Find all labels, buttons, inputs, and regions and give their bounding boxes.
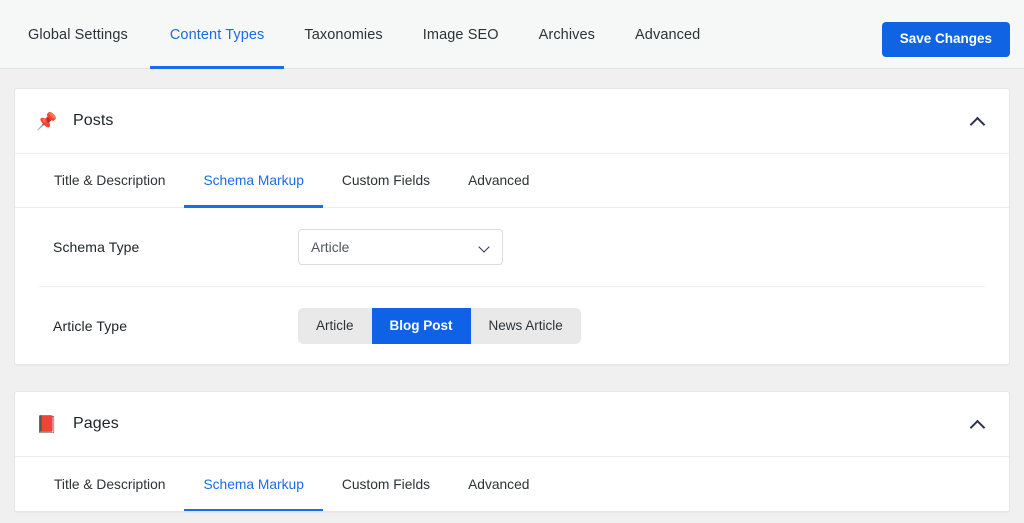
tab-label: Advanced: [635, 27, 700, 43]
chevron-down-icon: [480, 243, 489, 252]
panel-pages-header-left: 📕 Pages: [37, 415, 119, 433]
posts-tab-schema-markup[interactable]: Schema Markup: [184, 154, 322, 207]
tab-label: Global Settings: [28, 27, 128, 43]
tab-image-seo[interactable]: Image SEO: [403, 0, 519, 69]
tab-label: Custom Fields: [342, 173, 430, 188]
top-navigation-bar: Global Settings Content Types Taxonomies…: [0, 0, 1024, 69]
tab-global-settings[interactable]: Global Settings: [28, 0, 150, 69]
posts-tab-advanced[interactable]: Advanced: [449, 154, 548, 207]
pages-tab-schema-markup[interactable]: Schema Markup: [184, 457, 322, 511]
chevron-up-icon-pages[interactable]: [971, 420, 985, 429]
panel-pages-header[interactable]: 📕 Pages: [15, 392, 1009, 457]
tab-archives[interactable]: Archives: [519, 0, 615, 69]
field-row-article-type: Article Type Article Blog Post News Arti…: [39, 286, 985, 364]
tab-taxonomies[interactable]: Taxonomies: [284, 0, 402, 69]
panel-pages: 📕 Pages Title & Description Schema Marku…: [14, 391, 1010, 512]
tab-label: Advanced: [468, 477, 529, 492]
tab-label: Archives: [539, 27, 595, 43]
tab-label: Title & Description: [54, 173, 165, 188]
save-changes-button[interactable]: Save Changes: [882, 22, 1010, 57]
article-type-control: Article Blog Post News Article: [298, 308, 971, 344]
schema-type-selected-value: Article: [311, 240, 349, 255]
panel-posts: 📌 Posts Title & Description Schema Marku…: [14, 88, 1010, 365]
tab-label: Taxonomies: [304, 27, 382, 43]
tab-label: Title & Description: [54, 477, 165, 492]
tab-advanced[interactable]: Advanced: [615, 0, 720, 69]
tab-label: Content Types: [170, 27, 265, 43]
panel-pages-tab-list: Title & Description Schema Markup Custom…: [15, 457, 1009, 511]
tab-label: Advanced: [468, 173, 529, 188]
tab-label: Schema Markup: [203, 173, 303, 188]
posts-tab-custom-fields[interactable]: Custom Fields: [323, 154, 449, 207]
panel-posts-body: Schema Type Article Article Type Article…: [15, 208, 1009, 364]
tab-label: Schema Markup: [203, 477, 303, 492]
article-type-segmented-control: Article Blog Post News Article: [298, 308, 581, 344]
article-type-option-blog-post[interactable]: Blog Post: [372, 308, 471, 344]
primary-tab-list: Global Settings Content Types Taxonomies…: [0, 0, 720, 69]
pushpin-icon: 📌: [37, 113, 57, 130]
panel-posts-header[interactable]: 📌 Posts: [15, 89, 1009, 154]
posts-tab-title-description[interactable]: Title & Description: [35, 154, 184, 207]
schema-type-select[interactable]: Article: [298, 229, 503, 265]
panel-posts-header-left: 📌 Posts: [37, 112, 114, 130]
panel-pages-title: Pages: [73, 415, 119, 433]
field-row-schema-type: Schema Type Article: [39, 208, 985, 286]
pages-tab-advanced[interactable]: Advanced: [449, 457, 548, 511]
article-type-label: Article Type: [53, 318, 298, 334]
tab-label: Image SEO: [423, 27, 499, 43]
pages-tab-custom-fields[interactable]: Custom Fields: [323, 457, 449, 511]
chevron-up-icon-posts[interactable]: [971, 117, 985, 126]
schema-type-control: Article: [298, 229, 971, 265]
schema-type-label: Schema Type: [53, 239, 298, 255]
article-type-option-article[interactable]: Article: [298, 308, 372, 344]
panel-posts-title: Posts: [73, 112, 114, 130]
tab-content-types[interactable]: Content Types: [150, 0, 285, 69]
pages-icon: 📕: [37, 416, 57, 433]
save-button-container: Save Changes: [882, 22, 1010, 57]
settings-content-area: 📌 Posts Title & Description Schema Marku…: [0, 69, 1024, 512]
panel-posts-tab-list: Title & Description Schema Markup Custom…: [15, 154, 1009, 208]
pages-tab-title-description[interactable]: Title & Description: [35, 457, 184, 511]
article-type-option-news-article[interactable]: News Article: [471, 308, 581, 344]
tab-label: Custom Fields: [342, 477, 430, 492]
